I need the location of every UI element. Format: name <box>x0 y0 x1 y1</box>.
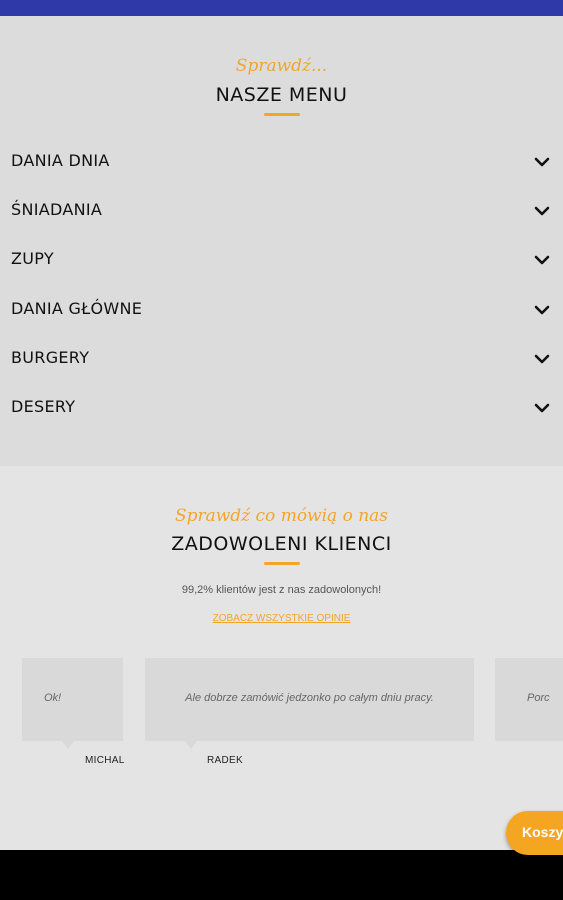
reviews-section: Sprawdź co mówią o nas ZADOWOLENI KLIENC… <box>0 466 563 850</box>
all-reviews-link[interactable]: ZOBACZ WSZYSTKIE OPINIE <box>0 613 563 624</box>
menu-item-label: DESERY <box>11 396 76 416</box>
menu-item-dania-glowne[interactable]: DANIA GŁÓWNE <box>0 291 563 340</box>
reviews-summary: 99,2% klientów jest z nas zadowolonych! <box>181 584 382 596</box>
cart-label: Koszyk <box>522 824 563 840</box>
menu-item-zupy[interactable]: ZUPY <box>0 241 563 290</box>
menu-item-label: BURGERY <box>11 347 90 367</box>
menu-item-burgery[interactable]: BURGERY <box>0 340 563 389</box>
menu-script-title: Sprawdź... <box>235 56 328 76</box>
menu-item-label: DANIA GŁÓWNE <box>11 298 143 318</box>
menu-section: Sprawdź... NASZE MENU DANIA DNIA ŚNIADAN… <box>0 16 563 466</box>
menu-item-label: ZUPY <box>11 249 54 269</box>
status-bar <box>0 0 563 16</box>
review-text: Porc <box>527 692 550 704</box>
review-card-tail <box>62 741 74 749</box>
review-text: Ale dobrze zamówić jedzonko po całym dni… <box>185 692 434 704</box>
chevron-down-icon[interactable] <box>533 251 551 269</box>
review-card-tail <box>185 741 197 749</box>
cart-button[interactable]: Koszyk <box>506 811 563 855</box>
review-text: Ok! <box>43 692 62 704</box>
chevron-down-icon[interactable] <box>533 153 551 171</box>
review-card[interactable]: Ok! <box>22 658 123 749</box>
menu-list: DANIA DNIA ŚNIADANIA ZUPY DANIA GŁÓWNE B… <box>0 143 563 438</box>
review-author: RADEK <box>207 755 243 766</box>
menu-item-desery[interactable]: DESERY <box>0 389 563 438</box>
review-author: MICHAL <box>85 755 125 766</box>
menu-item-label: DANIA DNIA <box>11 151 110 170</box>
menu-item-label: ŚNIADANIA <box>11 200 103 220</box>
menu-title-underline <box>264 113 300 116</box>
menu-title: NASZE MENU <box>215 84 348 106</box>
chevron-down-icon[interactable] <box>533 301 551 319</box>
reviews-title-underline <box>264 562 300 565</box>
review-card[interactable]: Ale dobrze zamówić jedzonko po całym dni… <box>145 658 474 749</box>
review-card[interactable]: Porc <box>495 658 563 741</box>
menu-item-sniadania[interactable]: ŚNIADANIA <box>0 192 563 241</box>
reviews-title: ZADOWOLENI KLIENCI <box>171 533 392 555</box>
chevron-down-icon[interactable] <box>533 202 551 220</box>
chevron-down-icon[interactable] <box>533 399 551 417</box>
menu-item-dania-dnia[interactable]: DANIA DNIA <box>0 143 563 192</box>
navigation-bar <box>0 850 563 900</box>
chevron-down-icon[interactable] <box>533 350 551 368</box>
reviews-script-title: Sprawdź co mówią o nas <box>174 506 389 526</box>
